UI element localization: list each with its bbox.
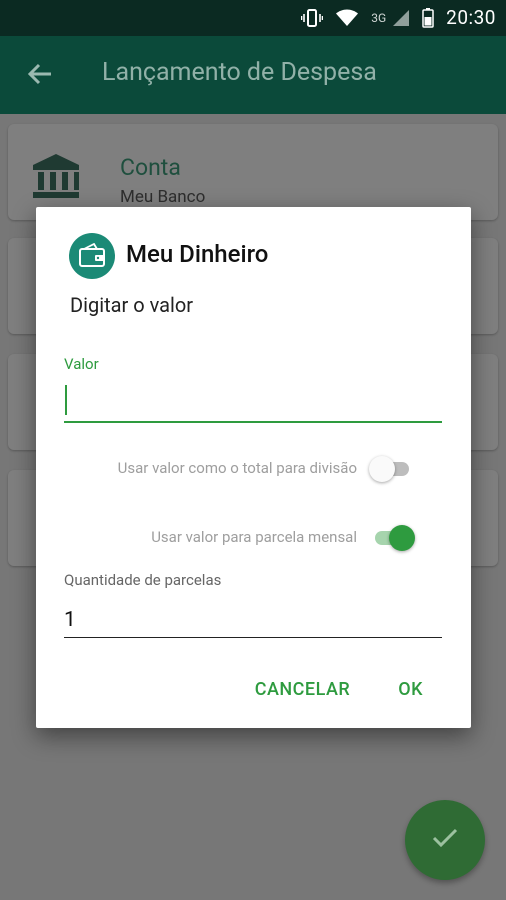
check-icon (432, 827, 458, 853)
switch-thumb (369, 456, 395, 482)
value-dialog: Meu Dinheiro Digitar o valor Valor Usar … (36, 207, 471, 728)
clock: 20:30 (446, 6, 496, 29)
toggle-parcela-row[interactable]: Usar valor para parcela mensal (151, 525, 415, 551)
switch-thumb (389, 525, 415, 551)
account-card-value: Meu Banco (120, 187, 206, 207)
page-title: Lançamento de Despesa (102, 58, 377, 87)
vibrate-icon (301, 8, 324, 27)
wallet-app-icon (69, 233, 115, 279)
signal-icon (392, 9, 410, 27)
app-bar: Lançamento de Despesa (0, 36, 506, 114)
ok-button[interactable]: OK (398, 679, 423, 700)
battery-icon (422, 7, 434, 28)
dialog-actions: CANCELAR OK (255, 679, 423, 700)
parcelas-input[interactable] (64, 603, 442, 638)
cancel-button[interactable]: CANCELAR (255, 679, 351, 700)
status-bar: 3G 20:30 (0, 0, 506, 36)
bank-icon (30, 150, 82, 202)
dialog-title: Meu Dinheiro (126, 240, 269, 268)
back-arrow-icon[interactable] (26, 60, 54, 88)
account-card-title: Conta (120, 154, 181, 181)
toggle-total-label: Usar valor como o total para divisão (117, 459, 357, 477)
dialog-subtitle: Digitar o valor (70, 293, 194, 317)
parcelas-label: Quantidade de parcelas (64, 571, 222, 589)
text-cursor (65, 385, 67, 415)
toggle-parcela-label: Usar valor para parcela mensal (151, 528, 357, 546)
network-type: 3G (371, 10, 387, 25)
valor-label: Valor (64, 355, 99, 373)
toggle-total-switch[interactable] (369, 456, 411, 482)
wifi-icon (335, 9, 359, 27)
account-card[interactable]: Conta Meu Banco (8, 124, 498, 220)
toggle-parcela-switch[interactable] (371, 525, 415, 551)
valor-input[interactable] (64, 379, 442, 423)
toggle-total-row[interactable]: Usar valor como o total para divisão (117, 456, 411, 482)
confirm-fab-button[interactable] (405, 800, 485, 880)
